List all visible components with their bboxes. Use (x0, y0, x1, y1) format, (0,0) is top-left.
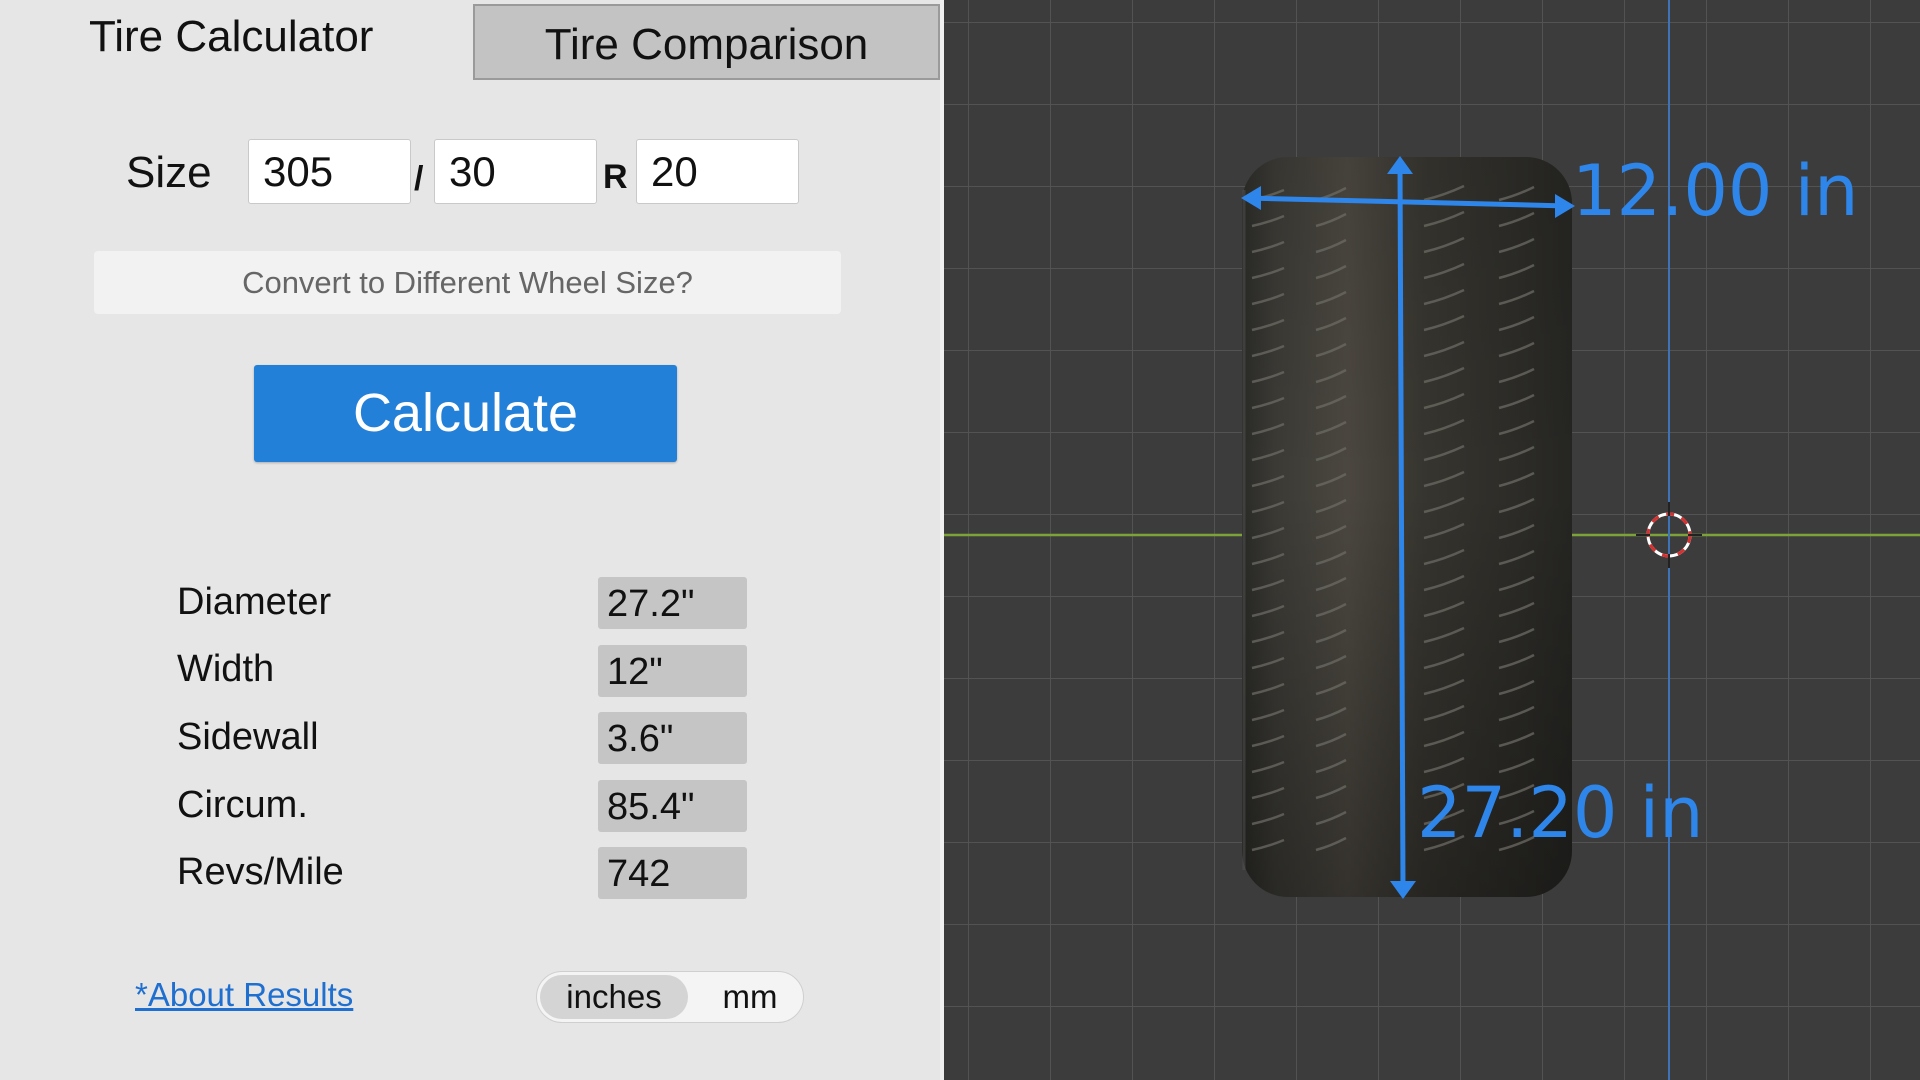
unit-inches-option[interactable]: inches (540, 975, 688, 1019)
tab-tire-calculator[interactable]: Tire Calculator (0, 0, 474, 80)
construction-letter: R (603, 158, 628, 196)
result-label-diameter: Diameter (177, 581, 332, 623)
result-value-diameter: 27.2" (598, 577, 747, 629)
diameter-annotation: 27.20 in (1417, 772, 1704, 854)
width-annotation: 12.00 in (1572, 150, 1859, 232)
result-label-revs-per-mile: Revs/Mile (177, 851, 344, 893)
3d-viewport[interactable]: 12.00 in 27.20 in (944, 0, 1920, 1080)
aspect-ratio-input[interactable] (434, 139, 597, 204)
result-value-circumference: 85.4" (598, 780, 747, 832)
convert-wheel-size-button[interactable]: Convert to Different Wheel Size? (94, 251, 841, 314)
result-label-sidewall: Sidewall (177, 716, 319, 758)
result-label-width: Width (177, 648, 275, 690)
calculate-button[interactable]: Calculate (254, 365, 677, 462)
result-value-sidewall: 3.6" (598, 712, 747, 764)
about-results-link[interactable]: *About Results (135, 976, 353, 1014)
result-value-revs-per-mile: 742 (598, 847, 747, 899)
result-label-circumference: Circum. (177, 784, 308, 826)
size-label: Size (126, 148, 212, 197)
size-separator: / (414, 160, 424, 198)
tab-tire-comparison[interactable]: Tire Comparison (473, 4, 940, 80)
tire-width-input[interactable] (248, 139, 411, 204)
unit-toggle: inches mm (536, 971, 804, 1023)
rim-diameter-input[interactable] (636, 139, 799, 204)
calculator-panel: Tire Calculator Tire Comparison Size / R… (0, 0, 940, 1080)
result-value-width: 12" (598, 645, 747, 697)
unit-mm-option[interactable]: mm (707, 975, 793, 1019)
